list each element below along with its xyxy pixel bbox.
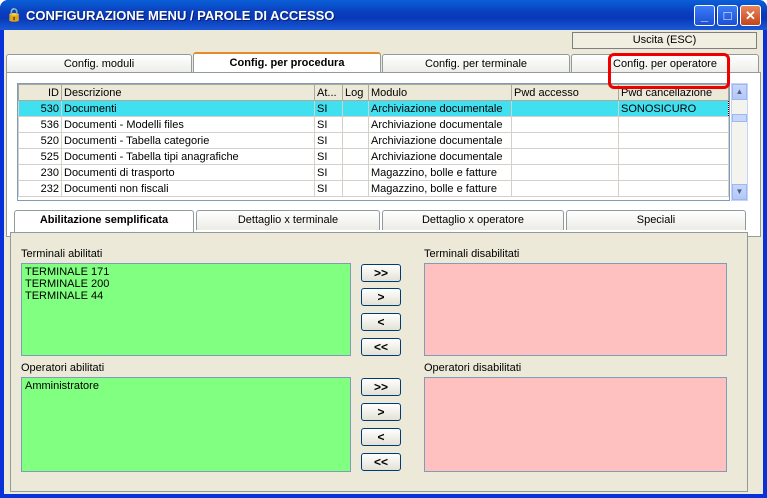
cell-id: 525: [18, 148, 62, 165]
operatori-abilitati-list[interactable]: Amministratore: [21, 377, 351, 472]
app-window: 🔒 CONFIGURAZIONE MENU / PAROLE DI ACCESS…: [0, 0, 767, 498]
cell-pwd-accesso[interactable]: [511, 180, 619, 197]
cell-desc: Documenti non fiscali: [61, 180, 315, 197]
window-title: CONFIGURAZIONE MENU / PAROLE DI ACCESSO: [26, 8, 335, 23]
scroll-up-icon[interactable]: ▲: [732, 84, 747, 100]
table-row[interactable]: 232 Documenti non fiscali SI Magazzino, bol…: [18, 180, 729, 197]
grid-vertical-scrollbar[interactable]: ▲ ▼: [731, 83, 748, 201]
cell-log: [342, 100, 369, 117]
move-all-left-button[interactable]: <<: [361, 338, 401, 356]
cell-pwd-cancellazione[interactable]: [618, 148, 729, 165]
cell-id: 530: [18, 100, 62, 117]
cell-pwd-cancellazione[interactable]: [618, 132, 729, 149]
scroll-down-icon[interactable]: ▼: [732, 184, 747, 200]
cell-desc: Documenti - Tabella tipi anagrafiche: [61, 148, 315, 165]
table-row[interactable]: 525 Documenti - Tabella tipi anagrafiche S…: [18, 148, 729, 165]
col-attivo-header[interactable]: At...: [314, 84, 343, 101]
cell-log: [342, 180, 369, 197]
tab-speciali[interactable]: Speciali: [566, 210, 746, 230]
operatori-move-left-button[interactable]: <: [361, 428, 401, 446]
abilitazione-panel: Terminali abilitati Terminali disabilita…: [10, 232, 748, 492]
scroll-thumb[interactable]: [732, 114, 747, 122]
cell-log: [342, 148, 369, 165]
cell-mod: Archiviazione documentale: [368, 116, 512, 133]
cell-pwd-accesso[interactable]: [511, 148, 619, 165]
client-area: Uscita (ESC) Config. moduli Config. per …: [4, 30, 763, 494]
cell-at: SI: [314, 148, 343, 165]
cell-id: 230: [18, 164, 62, 181]
cell-id: 232: [18, 180, 62, 197]
terminali-disabilitati-label: Terminali disabilitati: [424, 248, 520, 260]
cell-mod: Archiviazione documentale: [368, 132, 512, 149]
move-left-button[interactable]: <: [361, 313, 401, 331]
cell-pwd-accesso[interactable]: [511, 164, 619, 181]
cell-pwd-accesso[interactable]: [511, 132, 619, 149]
minimize-button[interactable]: _: [694, 5, 715, 26]
operatori-abilitati-label: Operatori abilitati: [21, 362, 105, 374]
cell-pwd-cancellazione[interactable]: [618, 116, 729, 133]
move-all-right-button[interactable]: >>: [361, 264, 401, 282]
tab-config-procedura[interactable]: Config. per procedura: [193, 52, 381, 74]
cell-log: [342, 164, 369, 181]
pwd-cancellazione-highlight: [608, 53, 730, 89]
cell-mod: Magazzino, bolle e fatture: [368, 180, 512, 197]
operatori-move-all-left-button[interactable]: <<: [361, 453, 401, 471]
cell-id: 520: [18, 132, 62, 149]
operatori-disabilitati-list[interactable]: [424, 377, 727, 472]
table-row[interactable]: 530 Documenti SI Archiviazione documentale S…: [18, 100, 729, 117]
col-pwd-accesso-header[interactable]: Pwd accesso: [511, 84, 619, 101]
cell-desc: Documenti - Tabella categorie: [61, 132, 315, 149]
lock-icon: 🔒: [6, 7, 23, 22]
list-item[interactable]: TERMINALE 44: [25, 290, 347, 302]
move-right-button[interactable]: >: [361, 288, 401, 306]
cell-pwd-cancellazione[interactable]: [618, 164, 729, 181]
tab-config-moduli[interactable]: Config. moduli: [6, 54, 192, 74]
cell-at: SI: [314, 100, 343, 117]
procedure-grid[interactable]: ID Descrizione At... Log Modulo Pwd acce…: [17, 83, 730, 201]
list-item[interactable]: Amministratore: [25, 380, 347, 392]
tab-dettaglio-terminale[interactable]: Dettaglio x terminale: [196, 210, 380, 230]
col-modulo-header[interactable]: Modulo: [368, 84, 512, 101]
cell-pwd-accesso[interactable]: [511, 116, 619, 133]
cell-pwd-accesso[interactable]: [511, 100, 619, 117]
maximize-button[interactable]: □: [717, 5, 738, 26]
cell-id: 536: [18, 116, 62, 133]
cell-desc: Documenti - Modelli files: [61, 116, 315, 133]
col-id-header[interactable]: ID: [18, 84, 62, 101]
cell-at: SI: [314, 180, 343, 197]
operatori-move-right-button[interactable]: >: [361, 403, 401, 421]
table-row[interactable]: 230 Documenti di trasporto SI Magazzino, bo…: [18, 164, 729, 181]
col-log-header[interactable]: Log: [342, 84, 369, 101]
operatori-move-all-right-button[interactable]: >>: [361, 378, 401, 396]
title-bar[interactable]: 🔒 CONFIGURAZIONE MENU / PAROLE DI ACCESS…: [0, 0, 767, 30]
terminali-abilitati-label: Terminali abilitati: [21, 248, 103, 260]
cell-desc: Documenti: [61, 100, 315, 117]
cell-at: SI: [314, 164, 343, 181]
tab-dettaglio-operatore[interactable]: Dettaglio x operatore: [382, 210, 564, 230]
exit-button[interactable]: Uscita (ESC): [572, 32, 757, 49]
operatori-disabilitati-label: Operatori disabilitati: [424, 362, 522, 374]
table-row[interactable]: 536 Documenti - Modelli files SI Archiviazi…: [18, 116, 729, 133]
terminali-abilitati-list[interactable]: TERMINALE 171 TERMINALE 200 TERMINALE 44: [21, 263, 351, 356]
cell-mod: Archiviazione documentale: [368, 100, 512, 117]
tab-config-terminale[interactable]: Config. per terminale: [382, 54, 570, 74]
cell-mod: Magazzino, bolle e fatture: [368, 164, 512, 181]
list-item[interactable]: TERMINALE 200: [25, 278, 347, 290]
cell-at: SI: [314, 132, 343, 149]
table-row[interactable]: 520 Documenti - Tabella categorie SI Archiv…: [18, 132, 729, 149]
cell-at: SI: [314, 116, 343, 133]
col-descrizione-header[interactable]: Descrizione: [61, 84, 315, 101]
cell-log: [342, 116, 369, 133]
close-button[interactable]: ✕: [740, 5, 761, 26]
cell-mod: Archiviazione documentale: [368, 148, 512, 165]
cell-desc: Documenti di trasporto: [61, 164, 315, 181]
cell-pwd-cancellazione[interactable]: SONOSICURO: [618, 100, 729, 117]
terminali-disabilitati-list[interactable]: [424, 263, 727, 356]
cell-log: [342, 132, 369, 149]
cell-pwd-cancellazione[interactable]: [618, 180, 729, 197]
list-item[interactable]: TERMINALE 171: [25, 266, 347, 278]
tab-abilitazione-semplificata[interactable]: Abilitazione semplificata: [14, 210, 194, 232]
